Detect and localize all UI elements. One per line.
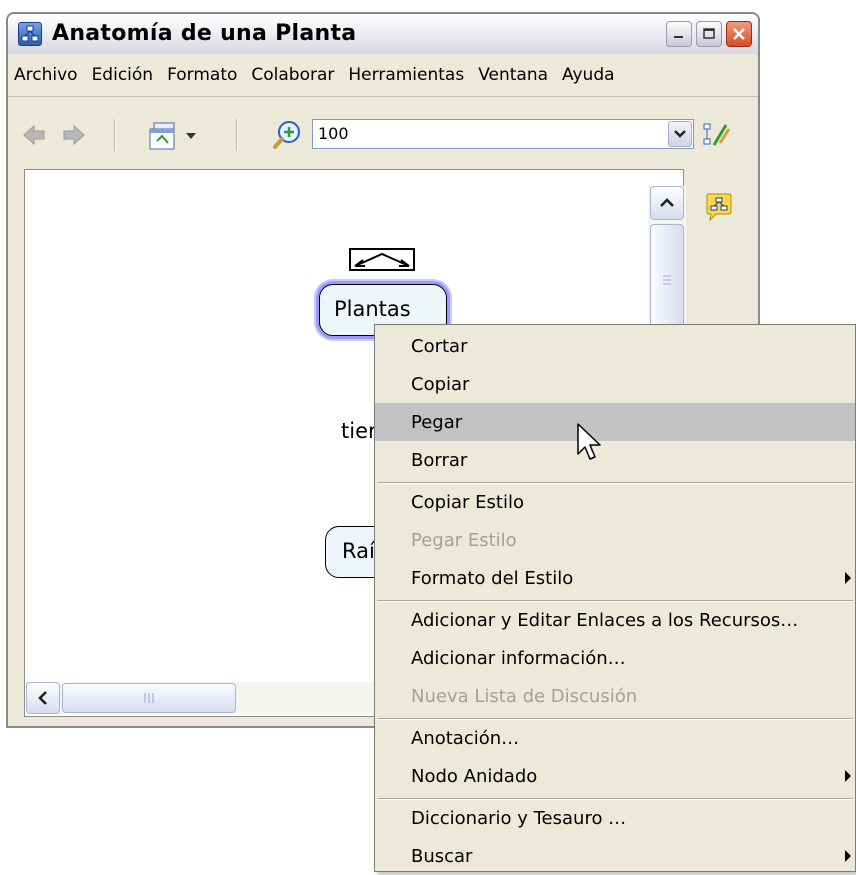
node-label: Raí [342,539,375,563]
maximize-icon [703,28,715,39]
back-arrow-icon[interactable] [22,124,48,146]
menu-item-label: Buscar [411,846,473,867]
menu-item-nueva-lista-discusion: Nueva Lista de Discusión [375,677,855,715]
menu-ayuda[interactable]: Ayuda [562,65,615,85]
menu-item-formato-del-estilo[interactable]: Formato del Estilo [375,559,855,597]
node-label: Plantas [334,297,411,321]
menu-item-anotacion[interactable]: Anotación… [375,719,855,757]
linking-phrase[interactable]: tier [341,419,377,443]
forward-arrow-icon[interactable] [60,124,86,146]
menu-item-pegar[interactable]: Pegar [375,403,855,441]
menu-item-label: Diccionario y Tesauro … [411,808,627,829]
menu-item-label: Pegar Estilo [411,530,517,551]
toolbar-separator [236,119,237,151]
menu-edicion[interactable]: Edición [92,65,154,85]
menu-item-label: Copiar Estilo [411,492,524,513]
zoom-dropdown-button[interactable] [668,121,692,147]
chevron-up-icon [660,198,674,207]
mouse-pointer-icon [577,423,601,460]
title-bar[interactable]: Anatomía de una Planta [8,14,758,55]
style-palette-icon[interactable] [702,121,732,149]
menu-item-copiar[interactable]: Copiar [375,365,855,403]
zoom-in-icon[interactable] [272,119,304,151]
minimize-button[interactable] [666,21,692,47]
maximize-button[interactable] [696,21,722,47]
chevron-down-icon [674,130,686,138]
menu-item-label: Adicionar y Editar Enlaces a los Recurso… [411,610,799,631]
menu-item-borrar[interactable]: Borrar [375,441,855,479]
minimize-icon [674,36,683,38]
menu-item-label: Nueva Lista de Discusión [411,686,638,707]
context-menu: Cortar Copiar Pegar Borrar Copiar Estilo… [374,324,856,872]
menu-bar: Archivo Edición Formato Colaborar Herram… [8,54,758,97]
toolbar-separator [114,119,115,151]
submenu-arrow-icon [845,572,851,584]
menu-item-adicionar-enlaces[interactable]: Adicionar y Editar Enlaces a los Recurso… [375,601,855,639]
submenu-arrow-icon [845,770,851,782]
menu-item-diccionario-tesauro[interactable]: Diccionario y Tesauro … [375,799,855,837]
menu-item-label: Pegar [411,412,463,433]
menu-item-pegar-estilo: Pegar Estilo [375,521,855,559]
submenu-arrow-icon [845,850,851,862]
menu-herramientas[interactable]: Herramientas [348,65,464,85]
close-button[interactable] [726,21,752,47]
zoom-value[interactable]: 100 [318,124,349,143]
menu-archivo[interactable]: Archivo [14,65,78,85]
menu-item-copiar-estilo[interactable]: Copiar Estilo [375,483,855,521]
menu-formato[interactable]: Formato [167,65,237,85]
menu-item-label: Formato del Estilo [411,568,574,589]
menu-item-label: Nodo Anidado [411,766,538,787]
menu-item-cortar[interactable]: Cortar [375,327,855,365]
close-icon [733,28,745,40]
collaboration-icon[interactable] [704,192,734,222]
menu-item-adicionar-informacion[interactable]: Adicionar información… [375,639,855,677]
window-title: Anatomía de una Planta [52,21,357,46]
menu-colaborar[interactable]: Colaborar [251,65,334,85]
view-layout-dropdown-icon[interactable] [148,119,204,153]
menu-item-label: Cortar [411,336,468,357]
grip-icon [144,693,154,703]
chevron-left-icon [38,691,47,705]
menu-item-buscar[interactable]: Buscar [375,837,855,875]
cmap-app-icon[interactable] [18,22,42,46]
menu-ventana[interactable]: Ventana [478,65,548,85]
zoom-combobox[interactable]: 100 [312,119,694,149]
scroll-up-button[interactable] [650,186,684,220]
menu-item-nodo-anidado[interactable]: Nodo Anidado [375,757,855,795]
toolbar: 100 [8,97,758,167]
menu-item-label: Copiar [411,374,470,395]
horizontal-scroll-thumb[interactable] [62,683,236,713]
menu-item-label: Adicionar información… [411,648,626,669]
menu-item-label: Anotación… [411,728,520,749]
node-drag-handle[interactable] [349,248,415,272]
menu-item-label: Borrar [411,450,468,471]
scroll-left-button[interactable] [26,682,60,714]
